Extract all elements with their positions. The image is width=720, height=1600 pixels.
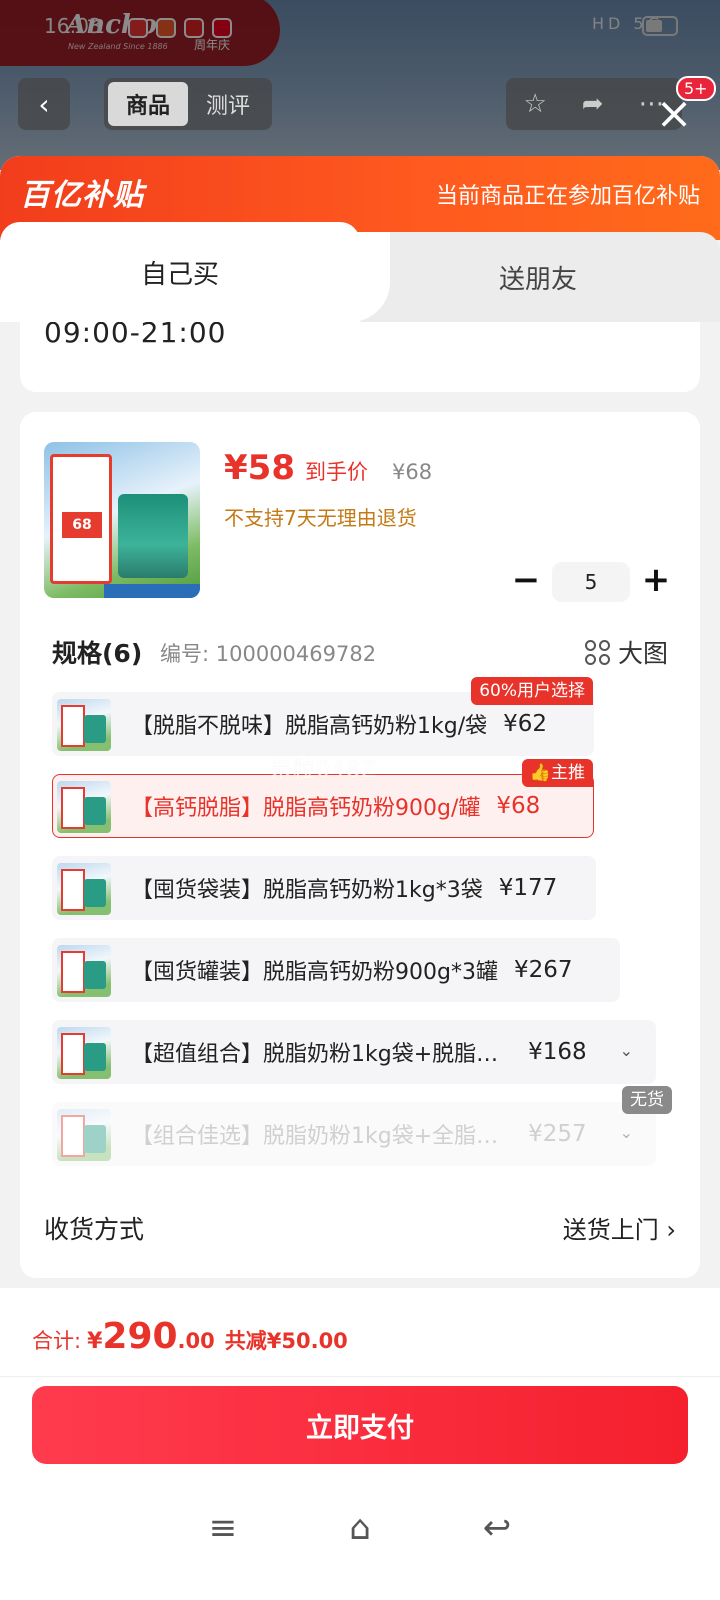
- final-price-label: 到手价: [304, 460, 368, 484]
- tab-product[interactable]: 商品: [108, 82, 188, 126]
- option-thumbnail: [57, 699, 111, 751]
- page-tabs: 商品 测评: [104, 78, 272, 130]
- out-of-stock-tag: 无货: [622, 1086, 672, 1114]
- spec-option[interactable]: 【囤货罐装】脱脂高钙奶粉900g*3罐 ¥267: [52, 938, 620, 1002]
- decrease-button[interactable]: −: [506, 562, 546, 602]
- order-total: 合计: ¥ 290 .00 共减¥50.00: [32, 1316, 348, 1357]
- minus-icon: −: [511, 560, 541, 600]
- return-policy-notice: 不支持7天无理由退货: [224, 506, 417, 530]
- back-button[interactable]: ‹: [18, 78, 70, 130]
- discount-amount: 共减¥50.00: [224, 1329, 348, 1353]
- option-name: 【脱脂不脱味】脱脂高钙奶粉1kg/袋: [131, 714, 488, 739]
- subsidy-message: 当前商品正在参加百亿补贴: [435, 184, 700, 209]
- chevron-down-icon[interactable]: ⌄: [620, 1041, 633, 1060]
- view-large-button[interactable]: 大图: [584, 634, 668, 670]
- subsidy-logo: 百亿补贴: [20, 178, 144, 213]
- share-icon[interactable]: ➦: [582, 89, 604, 119]
- spec-option-disabled: 【组合佳选】脱脂奶粉1kg袋+全脂… ¥257 ⌄: [52, 1102, 656, 1166]
- price-line: ¥58 到手价 ¥68: [224, 448, 432, 488]
- popular-choice-tag: 60%用户选择: [471, 677, 593, 705]
- product-can-graphic: [118, 494, 188, 578]
- close-icon[interactable]: ×: [652, 92, 696, 138]
- spec-option-wrapper: 【组合佳选】脱脂奶粉1kg袋+全脂… ¥257 ⌄ 无货: [52, 1086, 672, 1166]
- recommended-tag: 👍主推: [521, 759, 593, 787]
- sheet-content: 09:00-21:00 68 ¥58 到手价 ¥68 不支持7天无理由退货 − …: [0, 322, 720, 1278]
- home-icon[interactable]: ⌂: [349, 1508, 371, 1548]
- final-price: ¥58: [224, 448, 295, 488]
- option-thumbnail: [57, 1109, 111, 1161]
- option-price: ¥267: [513, 957, 573, 983]
- option-thumbnail: [57, 781, 111, 833]
- delivery-method-label: 收货方式: [44, 1215, 145, 1244]
- option-price: ¥257: [528, 1121, 587, 1147]
- option-name: 【超值组合】脱脂奶粉1kg袋+脱脂…: [131, 1042, 499, 1067]
- option-thumbnail: [57, 1027, 111, 1079]
- spec-title: 规格(6): [52, 639, 143, 668]
- pay-now-button[interactable]: 立即支付: [32, 1386, 688, 1464]
- increase-button[interactable]: +: [636, 562, 676, 602]
- option-thumbnail: [57, 863, 111, 915]
- original-price: ¥68: [391, 460, 433, 484]
- spec-header: 规格(6) 编号: 100000469782 大图: [52, 634, 668, 674]
- quantity-input[interactable]: 5: [552, 562, 630, 602]
- total-amount: 290: [102, 1316, 178, 1357]
- total-label: 合计:: [32, 1329, 82, 1353]
- tab-buy-self[interactable]: 自己买: [0, 222, 360, 322]
- spec-option[interactable]: 【囤货袋装】脱脂高钙奶粉1kg*3袋 ¥177: [52, 856, 596, 920]
- recommended-tag-label: 主推: [551, 763, 585, 783]
- option-price: ¥62: [503, 711, 548, 737]
- option-name: 【高钙脱脂】脱脂高钙奶粉900g/罐: [131, 796, 481, 821]
- tab-gift-friend[interactable]: 送朋友: [356, 232, 720, 322]
- delivery-method-value: 送货上门 ›: [563, 1210, 676, 1245]
- star-icon[interactable]: ☆: [523, 89, 546, 119]
- option-name: 【囤货袋装】脱脂高钙奶粉1kg*3袋: [131, 878, 483, 903]
- back-icon[interactable]: ↩: [483, 1508, 512, 1548]
- system-navigation-bar: ≡ ⌂ ↩: [0, 1498, 720, 1558]
- spec-option[interactable]: 【脱脂不脱味】脱脂高钙奶粉1kg/袋 ¥62 60%用户选择: [52, 677, 594, 756]
- chevron-left-icon: ‹: [38, 87, 50, 121]
- option-price: ¥68: [496, 793, 541, 819]
- plus-icon: +: [641, 560, 671, 600]
- option-price: ¥168: [528, 1039, 587, 1065]
- option-thumbnail: [57, 945, 111, 997]
- delivery-value-text: 送货上门: [562, 1216, 659, 1244]
- divider: [0, 1376, 720, 1377]
- delivery-method-row[interactable]: 收货方式 送货上门 ›: [44, 1202, 676, 1252]
- quantity-stepper: − 5 +: [506, 562, 676, 602]
- chevron-right-icon: ›: [666, 1216, 676, 1244]
- grid-icon: [584, 639, 610, 665]
- business-hours-card: 09:00-21:00: [20, 322, 700, 392]
- option-name: 【组合佳选】脱脂奶粉1kg袋+全脂…: [131, 1124, 499, 1149]
- purchase-mode-tabs: 送朋友 自己买: [0, 222, 720, 322]
- spec-option[interactable]: 【超值组合】脱脂奶粉1kg袋+脱脂… ¥168 ⌄: [52, 1020, 656, 1084]
- watermark: 米粒048Z: [270, 758, 378, 783]
- product-image[interactable]: 68: [44, 442, 200, 598]
- business-hours: 09:00-21:00: [44, 322, 227, 349]
- total-decimal: .00: [177, 1329, 215, 1353]
- product-card: 68 ¥58 到手价 ¥68 不支持7天无理由退货 − 5 + 规格(6) 编号…: [20, 412, 700, 1278]
- option-price: ¥177: [498, 875, 558, 901]
- product-image-price: 68: [62, 512, 102, 538]
- currency-symbol: ¥: [87, 1329, 103, 1354]
- tab-review[interactable]: 测评: [188, 82, 268, 126]
- background-product-page: Anchor New Zealand Since 1886 16:03 周年庆 …: [0, 0, 720, 170]
- thumbs-up-icon: 👍: [529, 763, 551, 783]
- menu-icon[interactable]: ≡: [209, 1508, 238, 1548]
- chevron-down-icon: ⌄: [619, 1123, 633, 1142]
- product-code: 编号: 100000469782: [160, 642, 377, 666]
- product-image-strip: [104, 584, 200, 598]
- option-name: 【囤货罐装】脱脂高钙奶粉900g*3罐: [131, 960, 498, 985]
- checkout-bar: 合计: ¥ 290 .00 共减¥50.00 立即支付 ≡ ⌂ ↩: [0, 1288, 720, 1600]
- view-large-label: 大图: [617, 639, 668, 668]
